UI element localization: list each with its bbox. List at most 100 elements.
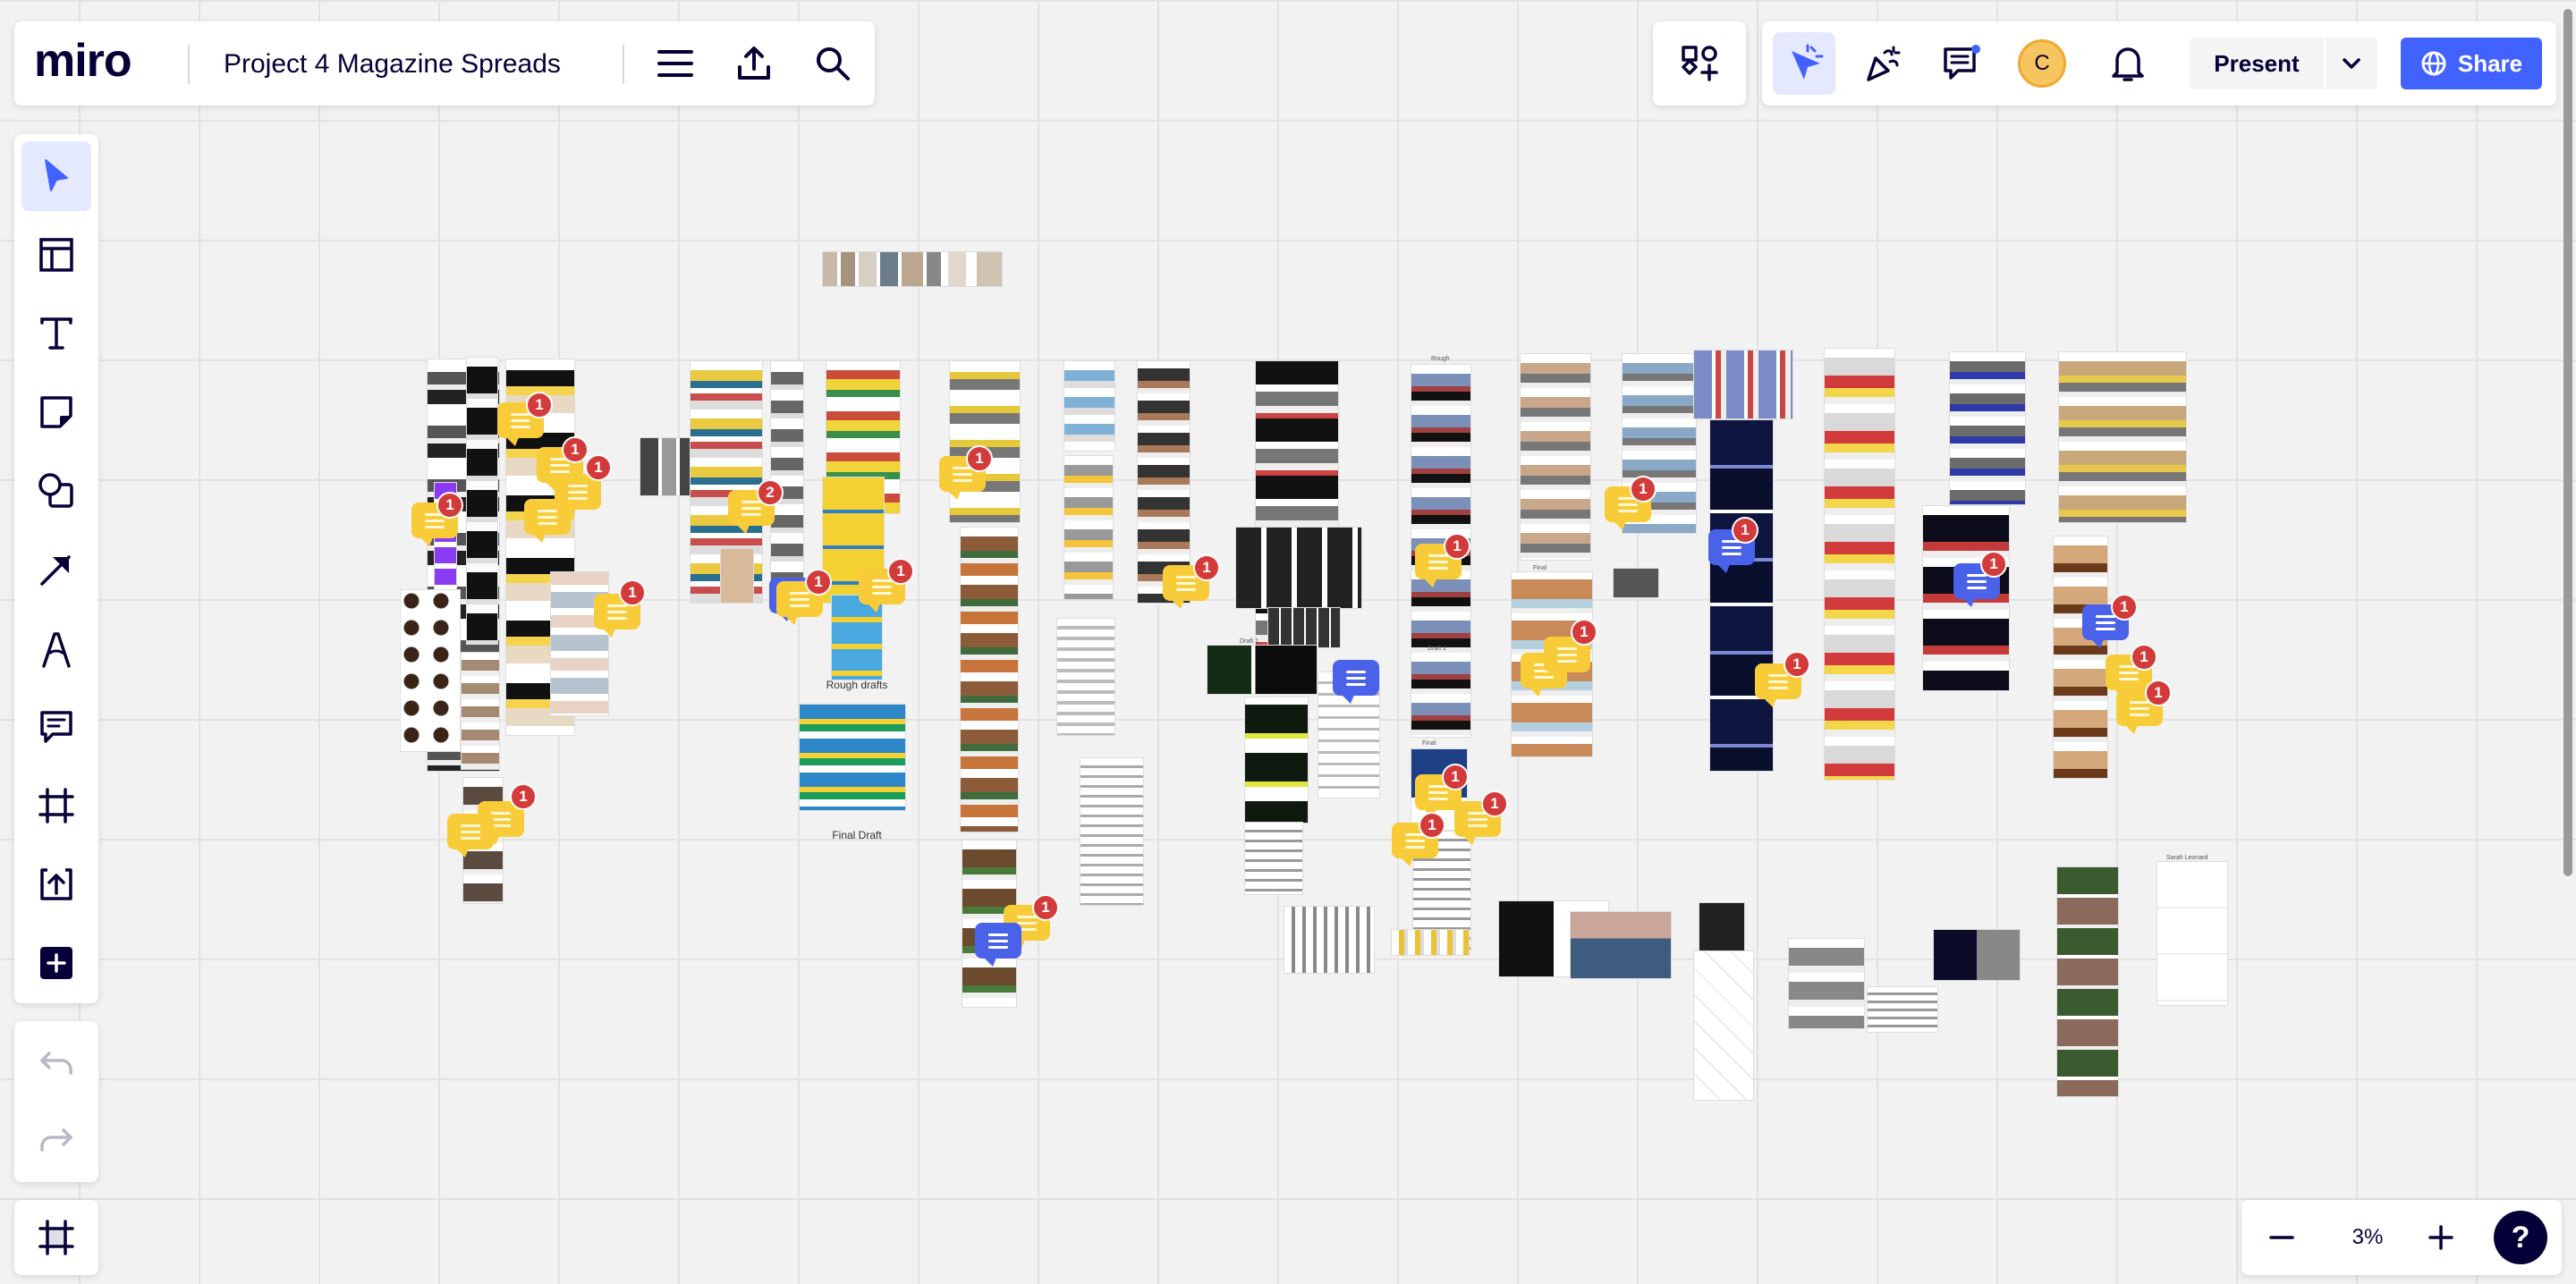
text-tool[interactable] (21, 299, 91, 368)
project-spread[interactable] (1571, 912, 1671, 978)
spread-column[interactable] (1268, 608, 1340, 647)
celebrate-icon (1867, 46, 1901, 81)
spread-column[interactable] (1064, 361, 1114, 451)
spread-column[interactable] (961, 528, 1018, 832)
select-tool[interactable] (21, 141, 91, 211)
spread-column[interactable] (1080, 758, 1143, 905)
comment-count-badge: 1 (436, 492, 463, 519)
upload-tool[interactable] (21, 849, 91, 919)
comment-count-badge: 1 (2131, 644, 2157, 671)
spread-column[interactable] (1950, 352, 2025, 504)
sarah-leonard-frame[interactable] (2157, 862, 2227, 1005)
board-canvas[interactable]: Rough drafts Final Draft Draft 1 Final D… (0, 0, 2576, 1284)
search-icon (817, 47, 850, 80)
spread-column[interactable] (2054, 536, 2107, 778)
spread-column[interactable] (1392, 930, 1469, 955)
zoom-level[interactable]: 3% (2327, 1200, 2408, 1275)
frame-tool[interactable] (21, 771, 91, 841)
comment-count-badge: 1 (1784, 651, 1810, 678)
zoom-out-button[interactable] (2250, 1206, 2313, 1269)
celebrate-button[interactable] (1852, 32, 1914, 95)
comment-count-badge: 1 (2111, 594, 2138, 621)
spread-column[interactable] (1868, 987, 1937, 1032)
present-options-button[interactable] (2326, 38, 2377, 89)
spread-column[interactable] (1699, 903, 1744, 957)
menu-button[interactable] (644, 32, 707, 95)
bell-icon (2112, 47, 2144, 81)
spread-column[interactable] (2059, 352, 2186, 522)
present-button-group: Present (2190, 38, 2377, 89)
shapes-tool[interactable] (21, 456, 91, 526)
image-strip[interactable] (823, 252, 1002, 286)
share-button[interactable]: Share (2401, 38, 2542, 89)
more-tools-button[interactable] (21, 928, 91, 998)
upload-icon (40, 868, 72, 900)
comment-icon (40, 711, 72, 743)
portrait-grid[interactable] (401, 590, 460, 751)
miro-logo[interactable]: miro (34, 34, 132, 88)
final-draft-label: Final Draft (832, 829, 882, 841)
frames-panel-button[interactable] (21, 1203, 91, 1272)
help-button[interactable]: ? (2494, 1211, 2547, 1264)
select-icon (45, 159, 68, 191)
notifications-button[interactable] (2097, 32, 2159, 95)
spread-column[interactable] (1614, 569, 1658, 597)
comment-count-badge: 1 (966, 445, 993, 472)
reactions-button[interactable] (1773, 32, 1835, 95)
draft-spread[interactable] (1208, 646, 1317, 694)
help-icon: ? (2511, 1220, 2530, 1254)
apps-button[interactable] (1668, 32, 1731, 95)
comment-icon (447, 814, 494, 857)
shapes-icon (38, 473, 73, 508)
spread-column[interactable] (1057, 619, 1114, 735)
spread-column[interactable] (1825, 349, 1894, 780)
comments-button[interactable] (1930, 32, 1993, 95)
creation-toolbar (14, 134, 98, 1003)
search-button[interactable] (801, 32, 864, 95)
spread-column[interactable] (1236, 528, 1361, 608)
chevron-down-icon (2343, 58, 2360, 69)
spread-column[interactable] (467, 358, 497, 644)
zoom-in-icon (2428, 1225, 2453, 1250)
sticky-note-icon (40, 396, 72, 428)
present-button[interactable]: Present (2190, 38, 2324, 89)
apps-icon (1682, 46, 1718, 81)
wireframe-page[interactable] (1694, 951, 1753, 1100)
templates-tool[interactable] (21, 220, 91, 290)
comment-count-badge: 1 (585, 454, 612, 481)
redo-icon (40, 1128, 72, 1152)
spread-column[interactable] (1789, 939, 1864, 1028)
text-icon (40, 317, 72, 350)
dark-spread[interactable] (1710, 420, 1773, 771)
comment-count-badge: 1 (1193, 554, 1220, 581)
undo-button[interactable] (21, 1028, 91, 1098)
sticky-note-tool[interactable] (21, 377, 91, 447)
comments-icon (1944, 45, 1980, 80)
final-label: Final (1422, 740, 1436, 747)
zoom-in-button[interactable] (2410, 1206, 2472, 1269)
connection-line-tool[interactable] (21, 535, 91, 604)
spread-column[interactable] (1521, 354, 1590, 560)
comment-tool[interactable] (21, 692, 91, 762)
spread-column[interactable] (1694, 351, 1792, 418)
comment-count-badge: 1 (1630, 476, 1657, 503)
comment-count-badge: 1 (1481, 790, 1508, 817)
draft-spread[interactable] (1245, 823, 1302, 894)
undo-icon (40, 1052, 72, 1075)
spread-column[interactable] (1064, 456, 1113, 599)
zoom-controls: 3% ? (2241, 1200, 2562, 1275)
pen-tool[interactable] (21, 613, 91, 683)
spread-column[interactable] (2057, 867, 2118, 1096)
vertical-scrollbar[interactable] (2563, 9, 2572, 876)
collaboration-toolbar: C Present Share (1762, 21, 2556, 106)
draft-spread[interactable] (1284, 907, 1374, 973)
spread-column[interactable] (721, 549, 753, 603)
spread-column[interactable] (462, 653, 499, 769)
final-draft-spread[interactable] (800, 705, 905, 810)
redo-button[interactable] (21, 1105, 91, 1175)
export-button[interactable] (723, 32, 785, 95)
spread-column[interactable] (1934, 930, 2020, 980)
draft-spread[interactable] (1245, 697, 1308, 823)
avatar[interactable]: C (2018, 39, 2066, 88)
board-title[interactable]: Project 4 Magazine Spreads (224, 48, 561, 80)
